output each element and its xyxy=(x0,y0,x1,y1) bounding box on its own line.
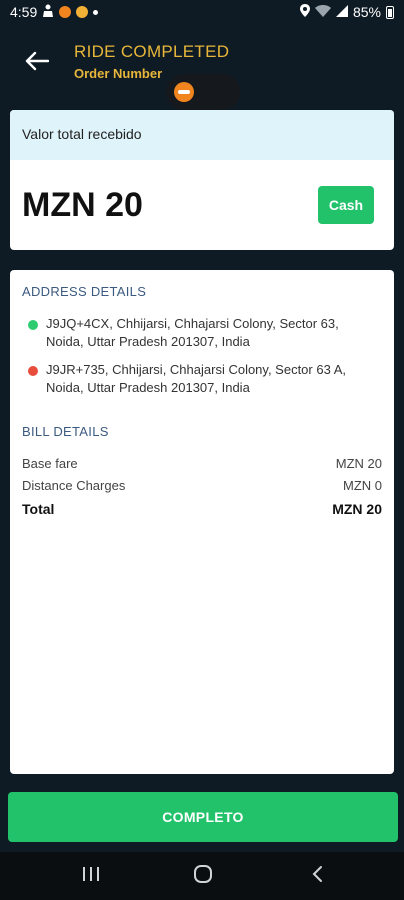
bill-row-total: Total MZN 20 xyxy=(22,501,382,517)
pickup-address-row: J9JQ+4CX, Chhijarsi, Chhajarsi Colony, S… xyxy=(28,315,378,351)
complete-button[interactable]: COMPLETO xyxy=(8,792,398,842)
amount-card: Valor total recebido MZN 20 Cash xyxy=(10,110,394,250)
page-title: RIDE COMPLETED xyxy=(74,42,230,61)
amount-value: MZN 20 xyxy=(22,186,143,224)
signal-icon xyxy=(335,4,348,20)
status-bar: 4:59 85% xyxy=(0,0,404,26)
navigation-bar xyxy=(0,852,404,900)
nav-back-button[interactable] xyxy=(302,864,332,888)
home-icon xyxy=(193,864,213,889)
app-notification-icon xyxy=(59,6,72,18)
cash-button[interactable]: Cash xyxy=(318,186,374,224)
status-time: 4:59 xyxy=(10,4,38,20)
dot-icon xyxy=(93,9,99,15)
pickup-dot-icon xyxy=(28,320,38,330)
battery-percent: 85% xyxy=(352,4,381,20)
details-card: ADDRESS DETAILS J9JQ+4CX, Chhijarsi, Chh… xyxy=(10,270,394,774)
location-icon xyxy=(299,4,310,20)
battery-icon xyxy=(386,5,394,19)
back-button[interactable] xyxy=(20,48,54,78)
pickup-address: J9JQ+4CX, Chhijarsi, Chhajarsi Colony, S… xyxy=(46,316,339,349)
address-section-title: ADDRESS DETAILS xyxy=(22,284,147,299)
back-chevron-icon xyxy=(311,865,323,888)
person-icon xyxy=(42,4,54,20)
drop-address-row: J9JR+735, Chhijarsi, Chhajarsi Colony, S… xyxy=(28,361,378,397)
header: RIDE COMPLETED Order Number xyxy=(0,26,404,110)
bill-value: MZN 20 xyxy=(335,456,382,471)
arrow-left-icon xyxy=(25,51,50,76)
bill-section-title: BILL DETAILS xyxy=(22,424,109,439)
app-notification-icon-2 xyxy=(76,6,89,18)
order-number-label: Order Number xyxy=(74,66,163,81)
bubble-icon xyxy=(174,82,194,102)
recents-icon xyxy=(82,866,100,887)
bill-row-base-fare: Base fare MZN 20 xyxy=(22,456,382,471)
bill-row-distance: Distance Charges MZN 0 xyxy=(22,478,382,493)
recents-button[interactable] xyxy=(76,864,106,888)
status-left: 4:59 xyxy=(10,4,99,20)
status-right: 85% xyxy=(299,4,394,20)
bill-label: Base fare xyxy=(22,456,78,471)
amount-label: Valor total recebido xyxy=(10,110,394,160)
total-label: Total xyxy=(22,501,55,517)
drop-dot-icon xyxy=(28,366,38,376)
drop-address: J9JR+735, Chhijarsi, Chhajarsi Colony, S… xyxy=(46,362,346,395)
wifi-icon xyxy=(314,4,331,20)
bill-label: Distance Charges xyxy=(22,478,126,493)
home-button[interactable] xyxy=(188,864,218,888)
total-value: MZN 20 xyxy=(332,501,382,517)
bill-value: MZN 0 xyxy=(343,478,382,493)
floating-app-bubble[interactable] xyxy=(166,74,240,110)
